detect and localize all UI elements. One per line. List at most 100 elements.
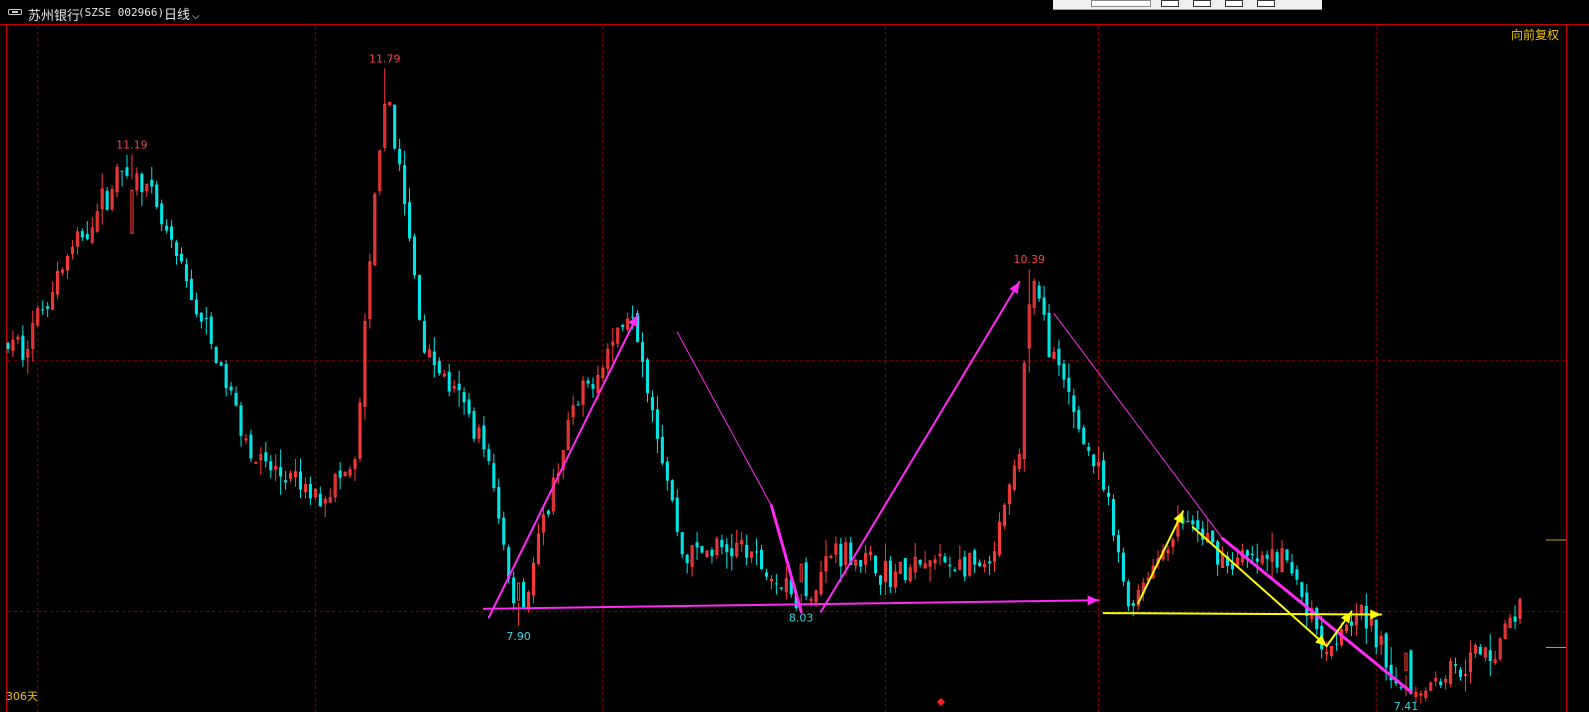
trend-line	[487, 313, 639, 619]
candle-body-up	[517, 582, 521, 601]
candle-body-down	[393, 104, 397, 149]
candle-body-down	[1335, 643, 1339, 645]
candle-body-down	[175, 242, 179, 256]
candle-body-down	[482, 425, 486, 450]
candle-body-down	[214, 346, 218, 364]
candle-body-down	[165, 225, 169, 231]
price-annotation-low: 7.90	[506, 630, 531, 643]
candle-body-down	[1255, 558, 1259, 562]
candle-body-down	[412, 236, 417, 276]
candle-body-down	[189, 278, 193, 300]
candle-body-down	[1191, 520, 1195, 525]
candle-body-up	[130, 189, 134, 234]
candle-body-down	[472, 411, 476, 439]
candle-body-down	[155, 184, 159, 207]
candle-body-up	[254, 461, 258, 464]
candle-body-down	[665, 461, 669, 481]
candle-body-down	[179, 253, 184, 262]
candle-body-down	[1295, 569, 1299, 580]
candle-body-down	[591, 384, 595, 389]
candle-body-down	[918, 559, 922, 565]
candle-body-down	[234, 392, 238, 406]
trend-line	[676, 331, 772, 507]
candle-body-down	[462, 392, 466, 403]
candle-body-down	[284, 480, 288, 483]
candle-body-down	[1211, 530, 1215, 543]
candle-body-down	[1374, 619, 1378, 648]
candle-body-down	[1082, 427, 1086, 445]
candle-body-down	[1439, 681, 1443, 685]
event-marker-diamond	[937, 698, 945, 706]
candle-body-down	[1454, 664, 1458, 666]
candle-body-down	[239, 405, 243, 436]
trend-line	[482, 599, 1100, 610]
candle-body-down	[1092, 454, 1096, 467]
candle-body-down	[859, 560, 863, 567]
price-annotation-low: 7.41	[1394, 700, 1419, 712]
candle-body-up	[829, 556, 833, 559]
candle-body-down	[318, 493, 322, 507]
candle-body-down	[1072, 395, 1076, 413]
candle-body-down	[839, 543, 843, 567]
candle-body-down	[502, 517, 506, 545]
candle-body-down	[492, 463, 496, 488]
candle-body-down	[948, 564, 952, 567]
trend-line-layer	[482, 281, 1413, 694]
trend-arrowhead	[1087, 595, 1099, 606]
candle-body-down	[417, 275, 421, 320]
days-count-label: 306天	[6, 690, 38, 703]
price-annotation-low: 8.03	[789, 611, 814, 624]
candle-body-down	[650, 396, 654, 411]
price-annotation-high: 11.79	[369, 52, 401, 65]
candle-body-down	[1057, 348, 1061, 366]
candle-body-down	[745, 544, 749, 558]
candle-body-down	[621, 325, 625, 327]
candle-body-down	[1245, 550, 1249, 557]
candle-body-down	[512, 577, 516, 604]
candle-body-down	[457, 383, 461, 391]
candle-body-down	[1300, 582, 1304, 597]
candle-body-down	[764, 572, 769, 577]
candle-body-down	[408, 202, 412, 239]
candle-body-down	[779, 587, 783, 589]
candle-body-down	[279, 467, 283, 477]
candle-body-down	[1315, 607, 1319, 630]
candle-body-down	[1290, 562, 1294, 574]
candle-body-down	[641, 342, 645, 362]
candle-body-down	[308, 483, 312, 499]
candle-body-up	[1404, 652, 1408, 671]
candle-body-down	[150, 179, 154, 187]
candle-body-down	[695, 542, 699, 548]
candle-body-down	[700, 545, 704, 553]
candle-body-down	[437, 360, 441, 374]
candle-body-down	[229, 386, 233, 391]
candle-body-down	[269, 461, 273, 471]
candle-body-down	[645, 359, 650, 394]
candle-body-down	[120, 170, 124, 172]
candle-body-down	[249, 434, 253, 459]
candle-body-down	[631, 316, 635, 318]
adjust-mode-label[interactable]: 向前复权	[1511, 26, 1559, 43]
candle-body-down	[487, 449, 491, 461]
candle-body-down	[1265, 554, 1269, 559]
candle-body-down	[1107, 492, 1111, 497]
candle-body-down	[1305, 592, 1309, 617]
candle-body-down	[447, 371, 451, 392]
candle-body-down	[1131, 602, 1135, 607]
candle-body-up	[1419, 693, 1423, 696]
grid-layer	[0, 24, 1589, 712]
candle-body-up	[809, 598, 813, 601]
candle-body-down	[874, 555, 878, 573]
candle-body-down	[1067, 377, 1071, 393]
candle-body-down	[204, 317, 208, 319]
candle-body-down	[973, 550, 977, 565]
candle-body-down	[1042, 297, 1046, 315]
candle-body-down	[878, 575, 883, 585]
candle-body-down	[953, 569, 957, 572]
candle-body-down	[1216, 541, 1220, 565]
candle-body-down	[903, 558, 907, 581]
candle-body-down	[184, 264, 189, 282]
kline-chart[interactable]: 11.79 11.19 10.39 7.90 8.03 7.41	[0, 0, 1589, 712]
candle-body-down	[1384, 633, 1388, 668]
candle-body-down	[655, 409, 659, 439]
